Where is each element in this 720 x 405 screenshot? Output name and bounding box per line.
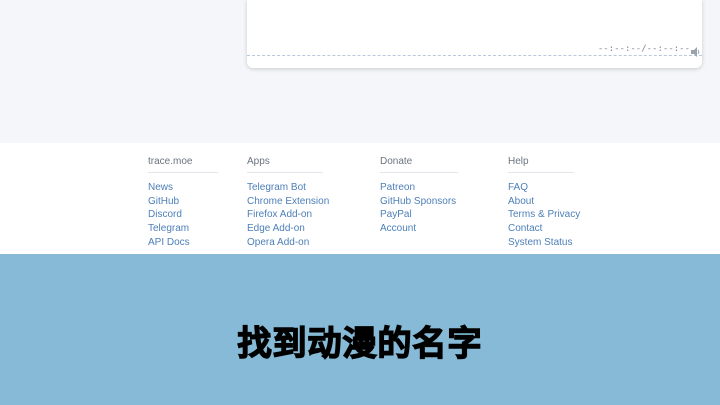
- time-readout: --:--:--/--:--:--: [597, 44, 690, 54]
- caption-text: 找到动漫的名字: [237, 323, 483, 364]
- footer-link-telegram[interactable]: Telegram: [148, 222, 218, 236]
- footer-column-trace-moe: trace.moe News GitHub Discord Telegram A…: [148, 156, 218, 250]
- footer-column-title: trace.moe: [148, 156, 218, 173]
- footer-link-api-docs[interactable]: API Docs: [148, 236, 218, 250]
- caption-banner: 找到动漫的名字: [0, 254, 720, 405]
- footer-column-donate: Donate Patreon GitHub Sponsors PayPal Ac…: [380, 156, 458, 236]
- site-footer: trace.moe News GitHub Discord Telegram A…: [0, 143, 720, 254]
- footer-column-apps: Apps Telegram Bot Chrome Extension Firef…: [247, 156, 329, 250]
- footer-link-paypal[interactable]: PayPal: [380, 208, 458, 222]
- video-player[interactable]: --:--:--/--:--:--: [247, 0, 702, 68]
- footer-link-opera-addon[interactable]: Opera Add-on: [247, 236, 323, 250]
- footer-column-title: Help: [508, 156, 574, 173]
- footer-link-about[interactable]: About: [508, 195, 574, 209]
- footer-link-news[interactable]: News: [148, 181, 218, 195]
- speaker-icon[interactable]: [691, 44, 700, 57]
- footer-link-terms-privacy[interactable]: Terms & Privacy: [508, 208, 580, 222]
- footer-link-firefox-addon[interactable]: Firefox Add-on: [247, 208, 323, 222]
- footer-link-discord[interactable]: Discord: [148, 208, 218, 222]
- footer-link-contact[interactable]: Contact: [508, 222, 574, 236]
- player-progress-track[interactable]: [247, 55, 702, 56]
- footer-column-title: Apps: [247, 156, 323, 173]
- footer-link-github-sponsors[interactable]: GitHub Sponsors: [380, 195, 458, 209]
- footer-link-github[interactable]: GitHub: [148, 195, 218, 209]
- footer-link-edge-addon[interactable]: Edge Add-on: [247, 222, 323, 236]
- footer-column-help: Help FAQ About Terms & Privacy Contact S…: [508, 156, 580, 250]
- footer-link-system-status[interactable]: System Status: [508, 236, 574, 250]
- footer-link-telegram-bot[interactable]: Telegram Bot: [247, 181, 323, 195]
- footer-column-title: Donate: [380, 156, 458, 173]
- footer-link-account[interactable]: Account: [380, 222, 458, 236]
- page: --:--:--/--:--:-- trace.moe News GitHub …: [0, 0, 720, 405]
- footer-link-faq[interactable]: FAQ: [508, 181, 574, 195]
- footer-link-chrome-extension[interactable]: Chrome Extension: [247, 195, 329, 209]
- footer-link-patreon[interactable]: Patreon: [380, 181, 458, 195]
